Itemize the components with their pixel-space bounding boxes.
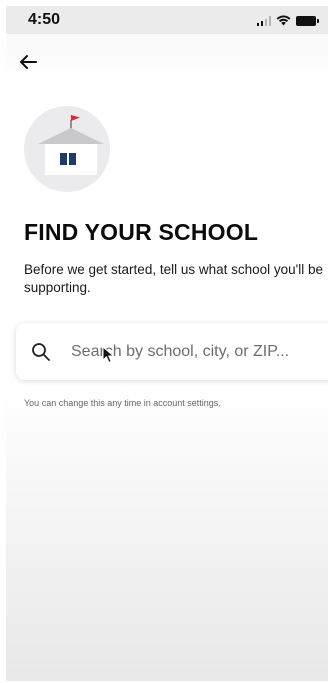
school-house-icon [38, 115, 104, 175]
battery-icon [296, 16, 319, 26]
mouse-cursor-icon [102, 346, 115, 364]
status-time: 4:50 [28, 11, 61, 28]
cellular-signal-icon [256, 16, 271, 26]
status-icons [256, 15, 319, 26]
status-bar: 4:50 [6, 6, 328, 34]
phone-screen: 4:50 FIND YOUR SCHOOL Before we get star… [6, 6, 328, 681]
page-subtitle: Before we get started, tell us what scho… [24, 262, 323, 295]
arrow-left-icon [20, 55, 37, 69]
wifi-icon [276, 15, 291, 26]
school-illustration [24, 106, 110, 192]
back-button[interactable] [14, 49, 42, 75]
helper-text: You can change this any time in account … [24, 398, 221, 408]
search-icon [31, 342, 51, 362]
page-title: FIND YOUR SCHOOL [24, 219, 259, 245]
school-search-input[interactable]: Search by school, city, or ZIP... [16, 323, 328, 380]
